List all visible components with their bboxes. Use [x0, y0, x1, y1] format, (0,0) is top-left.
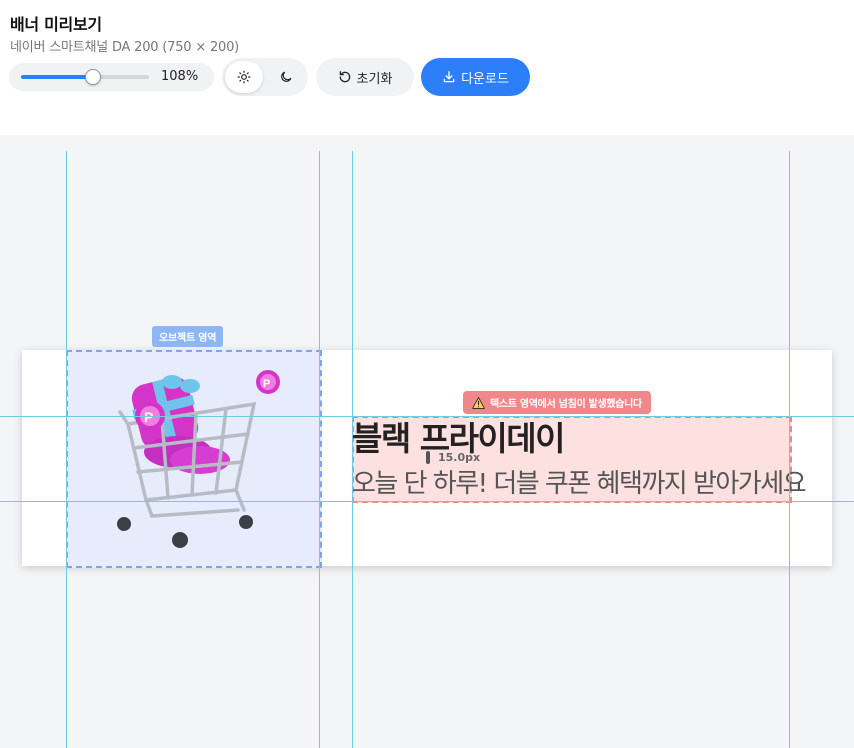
moon-icon: [281, 71, 292, 82]
preview-canvas: P P 오브젝트 영역 텍스트 영역에서 넘침이 발생했습니다 블랙 프라이데이…: [0, 135, 854, 748]
download-button-label: 다운로드: [461, 71, 509, 87]
svg-text:P: P: [144, 409, 153, 425]
zoom-slider-fill: [21, 75, 93, 79]
overflow-warning-badge: 텍스트 영역에서 넘침이 발생했습니다: [463, 391, 651, 414]
object-area-label: 오브젝트 영역: [152, 326, 224, 347]
page-subtitle: 네이버 스마트채널 DA 200 (750 × 200): [10, 40, 240, 55]
object-area[interactable]: P P: [66, 350, 322, 568]
reset-button-label: 초기화: [356, 71, 393, 87]
reset-icon: [339, 71, 350, 83]
guide-line-vertical: [66, 151, 67, 748]
download-icon: [443, 71, 455, 83]
guide-line-vertical: [319, 151, 320, 748]
svg-text:P: P: [263, 378, 270, 390]
dark-mode-button[interactable]: [267, 61, 305, 93]
guide-line-vertical: [352, 151, 353, 748]
zoom-value: 108%: [161, 69, 199, 84]
download-button[interactable]: 다운로드: [421, 58, 530, 96]
reset-button[interactable]: 초기화: [316, 58, 414, 96]
shopping-cart-image: P P: [117, 370, 280, 548]
overflow-warning-text: 텍스트 영역에서 넘침이 발생했습니다: [490, 399, 642, 410]
page-title: 배너 미리보기: [10, 15, 102, 34]
guide-line-horizontal: [0, 501, 854, 502]
warning-icon: [472, 396, 485, 409]
zoom-control: 108%: [9, 63, 214, 91]
banner-preview: P P 오브젝트 영역 텍스트 영역에서 넘침이 발생했습니다 블랙 프라이데이…: [22, 326, 832, 568]
banner-subline: 오늘 단 하루! 더블 쿠폰 혜택까지 받아가세요: [352, 469, 807, 499]
toolbar: 108% 초기화 다운로드: [0, 58, 854, 96]
light-mode-button[interactable]: [225, 61, 263, 93]
theme-toggle: [222, 58, 308, 96]
sun-icon: [237, 70, 251, 84]
zoom-slider-thumb[interactable]: [84, 69, 101, 85]
guide-line-horizontal: [0, 416, 854, 417]
zoom-slider[interactable]: [21, 69, 149, 85]
guide-line-vertical: [789, 151, 790, 748]
